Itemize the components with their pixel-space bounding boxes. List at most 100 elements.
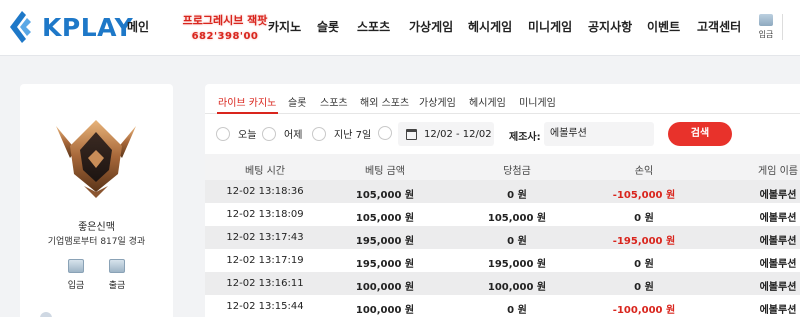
win-amount-cell: 105,000 원: [487, 213, 547, 224]
tab-sports[interactable]: 스포츠: [320, 94, 348, 109]
game-name-cell: 에볼루션: [759, 213, 797, 224]
tab-virtual[interactable]: 가상게임: [419, 94, 456, 109]
bet-amount-cell: 195,000 원: [355, 259, 415, 270]
deposit-label: 입금: [67, 281, 85, 291]
jackpot-value: 682'398'00: [191, 31, 259, 42]
member-since: 기업맴로부터 817일 경과: [47, 237, 146, 247]
header-divider: [782, 14, 783, 40]
win-amount-cell: 195,000 원: [487, 259, 547, 270]
radio-custom-range[interactable]: [378, 126, 392, 140]
game-name-cell: 에볼루션: [759, 282, 797, 293]
date-range-picker[interactable]: 12/02 - 12/02: [398, 122, 494, 146]
column-header: 당첨금: [503, 166, 531, 177]
nav-slot[interactable]: 슬롯: [317, 18, 339, 35]
game-name-cell: 에볼루션: [759, 190, 797, 201]
tab-live-casino[interactable]: 라이브 카지노: [218, 94, 276, 109]
filter-bar: 오늘 어제 지난 7일 12/02 - 12/02 제조사: 에볼루션 검색: [205, 114, 800, 152]
date-range-value: 12/02 - 12/02: [424, 128, 492, 140]
top-header: KPLAY 메인 프로그레시브 잭팟 682'398'00 카지노 슬롯 스포츠…: [0, 0, 800, 56]
withdraw-button[interactable]: 출금: [100, 259, 134, 291]
provider-field[interactable]: 에볼루션: [544, 122, 654, 146]
provider-label: 제조사:: [509, 132, 541, 143]
profit-loss-cell: -105,000 원: [612, 190, 676, 201]
user-card: 좋은신맥 기업맴로부터 817일 경과 입금 출금: [20, 84, 173, 317]
win-amount-cell: 0 원: [507, 305, 527, 316]
radio-label: 오늘: [238, 130, 257, 141]
profit-loss-cell: -100,000 원: [612, 305, 676, 316]
progressive-jackpot[interactable]: 프로그레시브 잭팟 682'398'00: [166, 12, 284, 42]
tab-overseas-sports[interactable]: 해외 스포츠: [360, 94, 409, 109]
bet-amount-cell: 105,000 원: [355, 213, 415, 224]
tab-slot[interactable]: 슬롯: [288, 94, 306, 109]
betting-history-panel: 라이브 카지노 슬롯 스포츠 해외 스포츠 가상게임 헤시게임 미니게임 오늘 …: [205, 84, 800, 317]
nav-mini[interactable]: 미니게임: [528, 18, 572, 35]
withdraw-wallet-icon: [109, 259, 125, 273]
bet-time-cell: 12-02 13:18:09: [226, 209, 304, 220]
category-tabs: 라이브 카지노 슬롯 스포츠 해외 스포츠 가상게임 헤시게임 미니게임: [205, 84, 800, 114]
bet-time-cell: 12-02 13:17:43: [226, 232, 304, 243]
jackpot-title: 프로그레시브 잭팟: [182, 14, 268, 27]
game-name-cell: 에볼루션: [759, 259, 797, 270]
column-header: 베팅 금액: [365, 166, 405, 177]
column-header: 베팅 시간: [245, 166, 285, 177]
radio-last-7-days[interactable]: 지난 7일: [312, 126, 371, 141]
profit-loss-cell: 0 원: [634, 282, 654, 293]
table-row: 12-02 13:17:19 195,000 원 195,000 원 0 원 에볼루션: [205, 249, 800, 272]
win-amount-cell: 100,000 원: [487, 282, 547, 293]
radio-circle-icon: [312, 126, 326, 141]
header-deposit-label: 입금: [758, 30, 774, 39]
header-deposit-button[interactable]: 입금: [754, 14, 778, 40]
wallet-icon: [759, 14, 773, 26]
profit-loss-cell: 0 원: [634, 213, 654, 224]
game-name-cell: 에볼루션: [759, 236, 797, 247]
username: 좋은신맥: [78, 222, 115, 233]
bet-amount-cell: 100,000 원: [355, 282, 415, 293]
bet-time-cell: 12-02 13:18:36: [226, 186, 304, 197]
nav-virtual[interactable]: 가상게임: [409, 18, 453, 35]
nav-support[interactable]: 고객센터: [697, 18, 741, 35]
table-row: 12-02 13:18:36 105,000 원 0 원 -105,000 원 에볼루션: [205, 180, 800, 203]
tab-mini[interactable]: 미니게임: [519, 94, 556, 109]
radio-circle-icon: [378, 126, 392, 140]
radio-today[interactable]: 오늘: [216, 126, 256, 141]
menu-item-icon[interactable]: [40, 312, 52, 317]
nav-sports[interactable]: 스포츠: [357, 18, 390, 35]
calendar-icon: [406, 128, 417, 140]
bet-amount-cell: 100,000 원: [355, 305, 415, 316]
nav-event[interactable]: 이벤트: [647, 18, 680, 35]
withdraw-label: 출금: [108, 281, 126, 291]
logo-text: KPLAY: [42, 12, 134, 42]
radio-label: 어제: [284, 130, 303, 141]
deposit-button[interactable]: 입금: [59, 259, 93, 291]
search-button[interactable]: 검색: [668, 122, 732, 146]
profit-loss-cell: -195,000 원: [612, 236, 676, 247]
nav-hash[interactable]: 헤시게임: [468, 18, 512, 35]
nav-notice[interactable]: 공지사항: [588, 18, 632, 35]
radio-circle-icon: [216, 126, 230, 141]
bet-time-cell: 12-02 13:17:19: [226, 255, 304, 266]
table-header: 베팅 시간 베팅 금액 당첨금 손익 게임 이름: [205, 154, 800, 180]
nav-main[interactable]: 메인: [127, 18, 149, 35]
tab-hash[interactable]: 헤시게임: [469, 94, 506, 109]
win-amount-cell: 0 원: [507, 236, 527, 247]
column-header: 게임 이름: [758, 166, 798, 177]
deposit-wallet-icon: [68, 259, 84, 273]
rank-emblem-icon: [50, 102, 142, 214]
game-name-cell: 에볼루션: [759, 305, 797, 316]
table-row: 12-02 13:17:43 195,000 원 0 원 -195,000 원 에볼루션: [205, 226, 800, 249]
bet-amount-cell: 195,000 원: [355, 236, 415, 247]
table-row: 12-02 13:16:11 100,000 원 100,000 원 0 원 에볼루션: [205, 272, 800, 295]
radio-label: 지난 7일: [334, 130, 372, 141]
profit-loss-cell: 0 원: [634, 259, 654, 270]
logo-mark-icon: [10, 11, 31, 43]
radio-yesterday[interactable]: 어제: [262, 126, 302, 141]
nav-casino[interactable]: 카지노: [268, 18, 301, 35]
table-row: 12-02 13:18:09 105,000 원 105,000 원 0 원 에볼루션: [205, 203, 800, 226]
win-amount-cell: 0 원: [507, 190, 527, 201]
column-header: 손익: [634, 166, 654, 177]
table-row: 12-02 13:15:44 100,000 원 0 원 -100,000 원 에볼루션: [205, 295, 800, 317]
bet-time-cell: 12-02 13:16:11: [226, 278, 304, 289]
radio-circle-icon: [262, 126, 276, 141]
logo[interactable]: KPLAY: [8, 9, 133, 45]
bet-amount-cell: 105,000 원: [355, 190, 415, 201]
